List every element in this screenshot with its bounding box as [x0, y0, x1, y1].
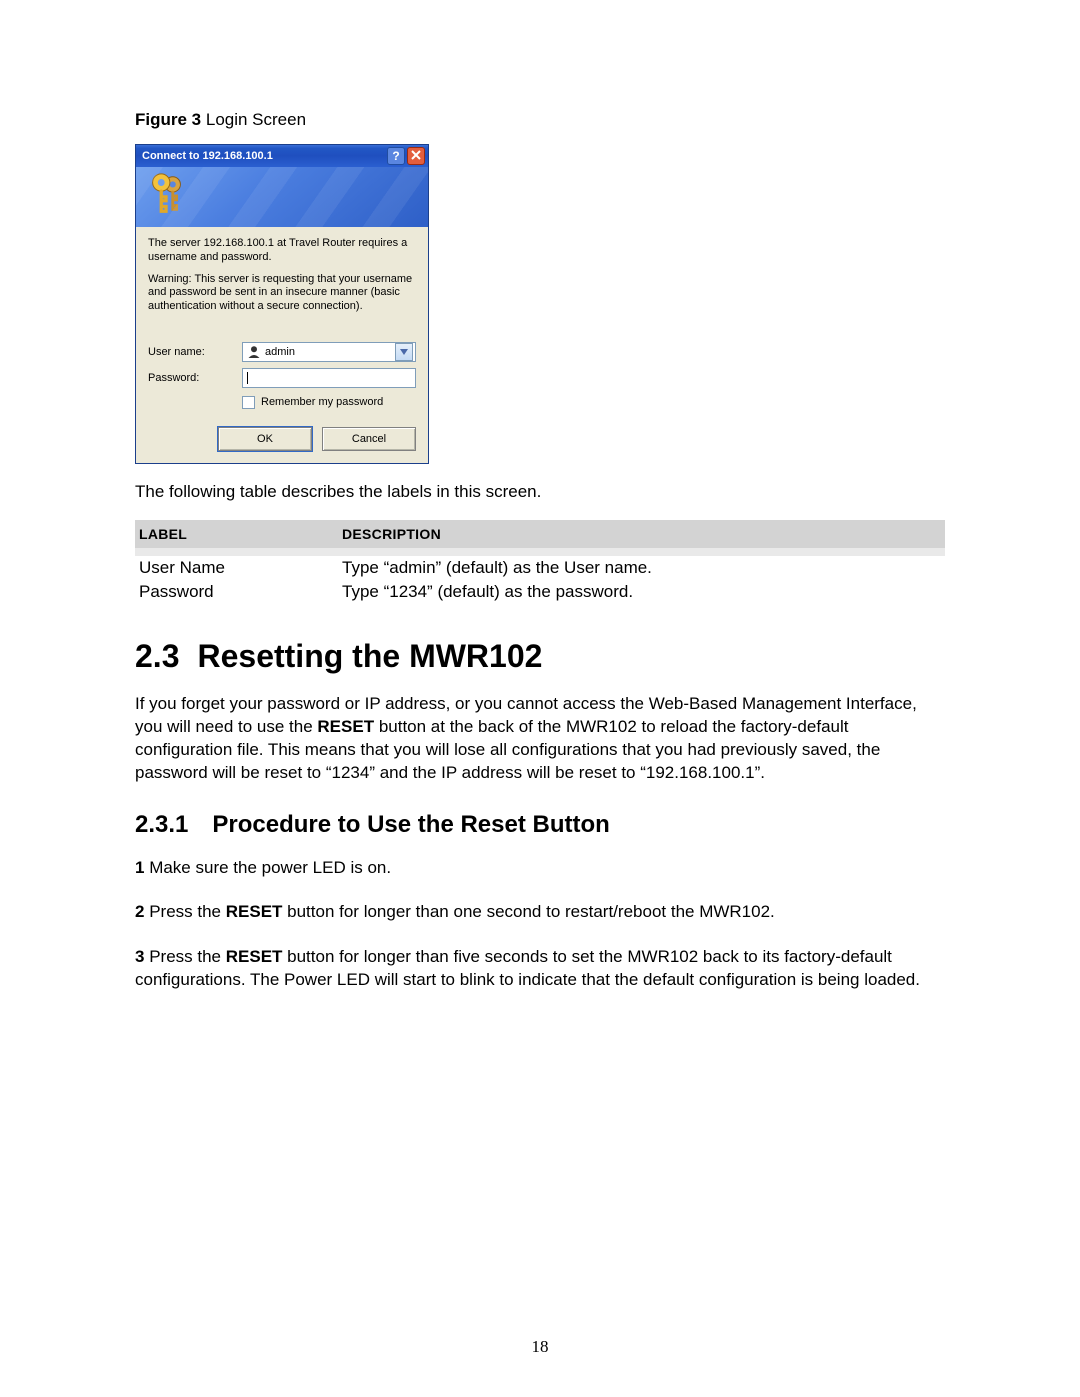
dialog-body: The server 192.168.100.1 at Travel Route… — [136, 227, 428, 463]
table-header-description: Description — [338, 520, 945, 548]
section-number: 2.3 — [135, 638, 179, 674]
keys-icon — [144, 171, 190, 217]
section-heading: 2.3 Resetting the MWR102 — [135, 638, 945, 675]
server-message: The server 192.168.100.1 at Travel Route… — [148, 237, 416, 265]
close-icon — [411, 149, 421, 163]
subsection-heading: 2.3.1 Procedure to Use the Reset Button — [135, 811, 945, 839]
table-cell-description: Type “1234” (default) as the password. — [338, 580, 945, 604]
figure-caption: Figure 3 Login Screen — [135, 110, 945, 130]
subsection-title: Procedure to Use the Reset Button — [212, 811, 609, 838]
label-description-table: Label Description User Name Type “admin”… — [135, 520, 945, 604]
cancel-button-label: Cancel — [352, 433, 386, 445]
ok-button[interactable]: OK — [218, 427, 312, 451]
remember-checkbox[interactable] — [242, 396, 255, 409]
password-row: Password: — [148, 368, 416, 388]
help-icon: ? — [392, 149, 399, 163]
username-value: admin — [261, 346, 395, 358]
text-caret — [247, 372, 248, 384]
step-item: 2 Press the RESET button for longer than… — [135, 901, 945, 924]
chevron-down-icon — [397, 349, 411, 355]
table-cell-label: User Name — [135, 556, 338, 580]
dialog-title: Connect to 192.168.100.1 — [142, 150, 385, 162]
table-row: User Name Type “admin” (default) as the … — [135, 556, 945, 580]
dialog-button-row: OK Cancel — [148, 427, 416, 451]
username-dropdown-button[interactable] — [395, 343, 413, 361]
step-item: 1 Make sure the power LED is on. — [135, 857, 945, 880]
subsection-number: 2.3.1 — [135, 811, 188, 838]
username-field[interactable]: admin — [242, 342, 416, 362]
page-number: 18 — [0, 1337, 1080, 1357]
user-icon — [247, 345, 261, 359]
password-label: Password: — [148, 372, 242, 384]
help-button[interactable]: ? — [387, 147, 405, 165]
step-item: 3 Press the RESET button for longer than… — [135, 946, 945, 992]
table-cell-description: Type “admin” (default) as the User name. — [338, 556, 945, 580]
document-page: Figure 3 Login Screen Connect to 192.168… — [0, 0, 1080, 1397]
table-intro: The following table describes the labels… — [135, 482, 945, 502]
dialog-banner — [136, 167, 428, 227]
login-dialog: Connect to 192.168.100.1 ? — [135, 144, 429, 464]
remember-row: Remember my password — [242, 396, 416, 409]
figure-label: Figure 3 — [135, 110, 201, 129]
username-label: User name: — [148, 346, 242, 358]
table-cell-label: Password — [135, 580, 338, 604]
table-row: Password Type “1234” (default) as the pa… — [135, 580, 945, 604]
figure-title: Login Screen — [206, 110, 306, 129]
close-button[interactable] — [407, 147, 425, 165]
dialog-titlebar[interactable]: Connect to 192.168.100.1 ? — [136, 145, 428, 167]
username-row: User name: admin — [148, 342, 416, 362]
section-paragraph: If you forget your password or IP addres… — [135, 693, 945, 785]
ok-button-label: OK — [257, 433, 273, 445]
table-header-label: Label — [135, 520, 338, 548]
warning-message: Warning: This server is requesting that … — [148, 273, 416, 314]
cancel-button[interactable]: Cancel — [322, 427, 416, 451]
section-title: Resetting the MWR102 — [197, 638, 542, 674]
remember-label: Remember my password — [261, 396, 383, 408]
password-field[interactable] — [242, 368, 416, 388]
